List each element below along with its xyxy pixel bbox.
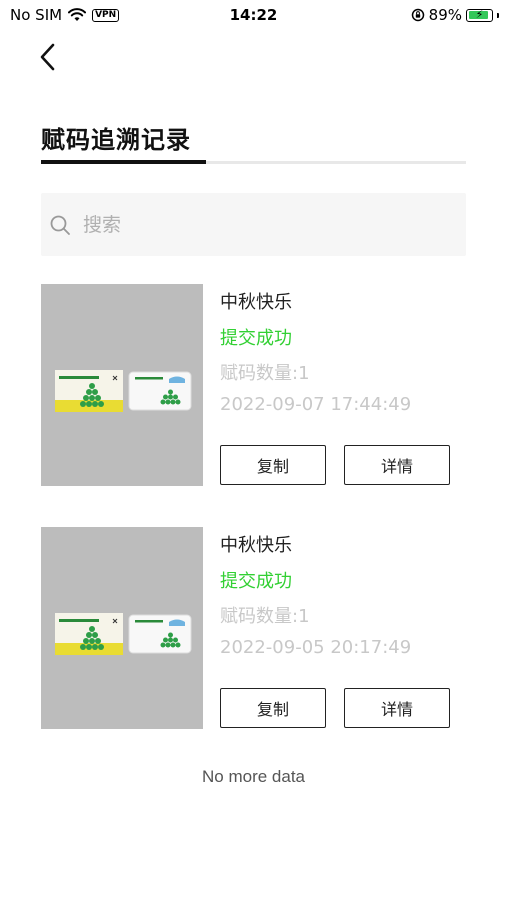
record-count: 赋码数量:1	[220, 363, 310, 384]
record-status: 提交成功	[220, 571, 292, 592]
orientation-lock-icon	[411, 8, 424, 22]
search-box[interactable]	[41, 193, 466, 256]
record-count: 赋码数量:1	[220, 606, 310, 627]
detail-button[interactable]: 详情	[344, 688, 450, 728]
title-underline-active	[41, 160, 206, 164]
chevron-left-icon	[40, 43, 55, 71]
record-time: 2022-09-05 20:17:49	[220, 637, 412, 658]
search-icon	[50, 215, 70, 235]
status-right: 89% ⚡	[411, 6, 499, 24]
back-button[interactable]	[34, 40, 64, 74]
no-more-data-label: No more data	[202, 767, 305, 786]
detail-button[interactable]: 详情	[344, 445, 450, 485]
battery-percent: 89%	[428, 6, 462, 24]
search-input[interactable]	[81, 212, 425, 237]
record-name: 中秋快乐	[220, 535, 292, 556]
battery-tip	[497, 12, 499, 18]
page-title: 赋码追溯记录	[41, 126, 191, 154]
product-image	[41, 284, 203, 486]
battery-icon: ⚡	[466, 7, 493, 22]
product-image	[41, 527, 203, 729]
product-thumbnail[interactable]	[41, 527, 203, 729]
record-card: 中秋快乐 提交成功 赋码数量:1 2022-09-05 20:17:49 复制 …	[41, 527, 466, 729]
record-time: 2022-09-07 17:44:49	[220, 394, 412, 415]
product-thumbnail[interactable]	[41, 284, 203, 486]
copy-button[interactable]: 复制	[220, 688, 326, 728]
charging-bolt-icon: ⚡	[475, 7, 484, 21]
record-name: 中秋快乐	[220, 292, 292, 313]
record-card: 中秋快乐 提交成功 赋码数量:1 2022-09-07 17:44:49 复制 …	[41, 284, 466, 486]
copy-button[interactable]: 复制	[220, 445, 326, 485]
record-status: 提交成功	[220, 328, 292, 349]
status-bar: No SIM VPN 14:22 89% ⚡	[0, 0, 507, 30]
